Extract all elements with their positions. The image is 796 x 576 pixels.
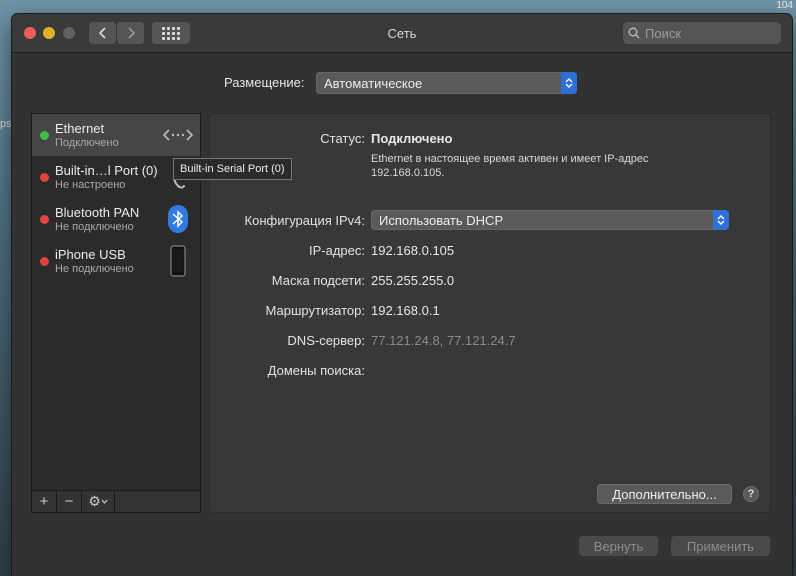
status-dot: [40, 173, 49, 182]
dns-server-value: 77.121.24.8, 77.121.24.7: [371, 333, 516, 348]
location-value: Автоматическое: [324, 75, 423, 91]
service-name: iPhone USB: [55, 247, 126, 262]
network-preferences-window: Сеть Поиск Размещение: Автоматическое Et…: [12, 14, 792, 576]
service-name: Built-in…l Port (0): [55, 163, 158, 178]
router-label: Маршрутизатор:: [265, 303, 365, 318]
ip-address-value: 192.168.0.105: [371, 243, 455, 258]
subnet-mask-value: 255.255.255.0: [371, 273, 455, 288]
ipv4-config-label: Конфигурация IPv4:: [244, 213, 365, 228]
router-value: 192.168.0.1: [371, 303, 440, 318]
dns-server-label: DNS-сервер:: [287, 333, 365, 348]
desktop-clock-fragment: 104: [776, 0, 793, 11]
action-menu-button[interactable]: ⚙: [82, 491, 115, 512]
location-label: Размещение:: [224, 75, 305, 90]
chevron-down-icon: [101, 499, 108, 504]
status-dot: [40, 257, 49, 266]
service-name: Bluetooth PAN: [55, 205, 140, 220]
revert-button[interactable]: Вернуть: [579, 536, 658, 556]
updown-arrows-icon: [561, 72, 577, 94]
search-domains-label: Домены поиска:: [267, 363, 365, 378]
remove-service-button[interactable]: −: [57, 491, 82, 512]
status-label: Статус:: [320, 131, 365, 146]
ipv4-config-select[interactable]: Использовать DHCP: [371, 210, 729, 230]
service-name: Ethernet: [55, 121, 105, 136]
add-service-button[interactable]: +: [32, 491, 57, 512]
service-status: Не подключено: [55, 221, 134, 233]
tooltip: Built-in Serial Port (0): [173, 158, 292, 180]
help-button[interactable]: ?: [743, 486, 759, 502]
apply-button[interactable]: Применить: [671, 536, 770, 556]
subnet-mask-label: Маска подсети:: [271, 273, 365, 288]
status-description: Ethernet в настоящее время активен и име…: [371, 153, 649, 179]
status-dot: [40, 131, 49, 140]
updown-arrows-icon: [713, 210, 729, 230]
gear-icon: ⚙: [88, 493, 101, 509]
service-status: Подключено: [55, 137, 119, 149]
service-list-controls: + − ⚙: [32, 490, 200, 512]
service-details-pane: Статус: Подключено Ethernet в настоящее …: [209, 113, 771, 513]
search-field[interactable]: Поиск: [623, 22, 781, 44]
ipv4-config-value: Использовать DHCP: [379, 212, 504, 228]
search-icon: [628, 27, 640, 39]
status-dot: [40, 215, 49, 224]
titlebar: Сеть Поиск: [12, 14, 792, 53]
service-status: Не настроено: [55, 179, 126, 191]
search-placeholder: Поиск: [645, 25, 682, 41]
status-value: Подключено: [371, 131, 453, 146]
service-status: Не подключено: [55, 263, 134, 275]
location-select[interactable]: Автоматическое: [316, 72, 577, 94]
advanced-button[interactable]: Дополнительно...: [597, 484, 732, 504]
ip-address-label: IP-адрес:: [309, 243, 365, 258]
desktop-text-fragment: ps: [0, 118, 12, 130]
